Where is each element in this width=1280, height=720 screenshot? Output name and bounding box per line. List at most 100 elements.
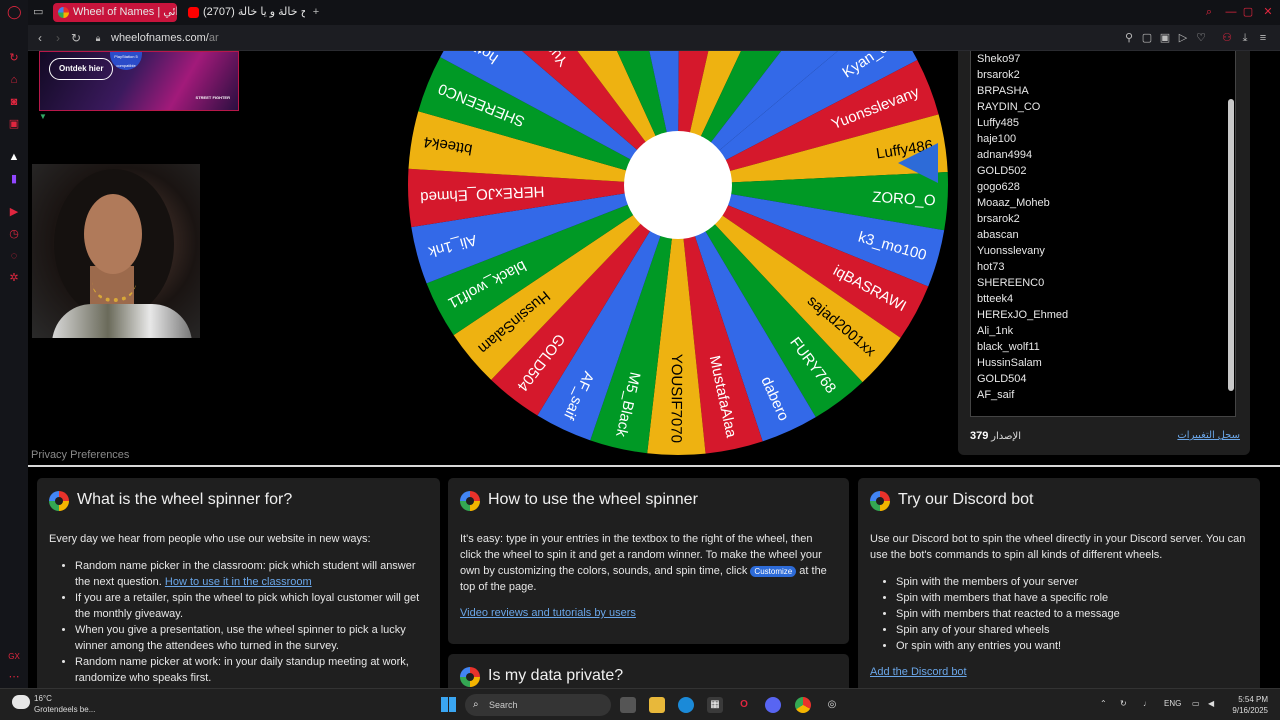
screen: ◯ ↻ ⌂ ◙ ▣ ▲ ▮ ▶ ◷ ◌ ✲ GX ⋯ ▭ Wheel of Na… xyxy=(0,0,1280,720)
workspaces-icon[interactable]: ▭ xyxy=(28,3,48,22)
snapshot-icon[interactable]: ▢ xyxy=(1140,31,1154,45)
back-icon[interactable]: ‹ xyxy=(33,31,47,45)
twitch-icon[interactable]: ▮ xyxy=(7,172,21,186)
list-item: When you give a presentation, use the wh… xyxy=(75,622,427,654)
list-item: Spin with the members of your server xyxy=(896,574,1248,590)
new-tab-button[interactable]: + xyxy=(307,3,325,22)
task-view-icon[interactable] xyxy=(620,697,636,713)
card-link-row: Video reviews and tutorials by users xyxy=(460,605,636,621)
bookmark-icon[interactable]: ⚲ xyxy=(1122,31,1136,45)
url-domain: wheelofnames.com/ xyxy=(111,32,209,44)
search-icon[interactable]: ⌕ xyxy=(1203,6,1215,18)
entry-line: brsarok2 xyxy=(977,69,1020,81)
entry-line: HERExJO_Ehmed xyxy=(977,309,1069,321)
youtube-favicon-icon xyxy=(188,7,199,18)
entry-line: Yuonsslevany xyxy=(977,245,1045,257)
entry-line: Ali_1nk xyxy=(977,325,1014,337)
privacy-preferences-link[interactable]: Privacy Preferences xyxy=(31,449,129,461)
list-item: Random name picker in the classroom: pic… xyxy=(75,558,427,590)
gx-icon[interactable]: GX xyxy=(7,650,21,664)
changelog-link[interactable]: سجل التغييرات xyxy=(1177,430,1240,441)
url-field[interactable]: wheelofnames.com/ar xyxy=(111,31,219,45)
taskbar-search[interactable]: ⌕ Search xyxy=(465,694,611,716)
spin-wheel[interactable]: Kyan_coYuonsslevanyLuffy486ZORO_Ok3_mo10… xyxy=(383,51,973,480)
weather-widget[interactable]: 16°C Grotendeels be... xyxy=(34,693,95,715)
tray-chevron-icon[interactable]: ⌃ xyxy=(1100,699,1107,708)
entries-panel: Sheko97 brsarok2 BRPASHA RAYDIN_CO Luffy485 h… xyxy=(958,51,1250,455)
heart-icon[interactable]: ♡ xyxy=(1194,31,1208,45)
add-discord-bot-link[interactable]: Add the Discord bot xyxy=(870,666,967,678)
player-icon[interactable]: ▶ xyxy=(7,205,21,219)
messenger-icon[interactable]: ◙ xyxy=(7,95,21,109)
system-clock[interactable]: 5:54 PM 9/16/2025 xyxy=(1232,694,1268,716)
volume-icon[interactable]: ◀ xyxy=(1208,699,1214,708)
wheel-favicon-icon xyxy=(58,7,69,18)
more-icon[interactable]: ⋯ xyxy=(7,670,21,684)
video-tutorials-link[interactable]: Video reviews and tutorials by users xyxy=(460,607,636,619)
weather-cloud-icon[interactable] xyxy=(12,695,30,709)
card-bullet-list: Spin with the members of your server Spi… xyxy=(896,574,1248,654)
entries-textbox[interactable]: Sheko97 brsarok2 BRPASHA RAYDIN_CO Luffy485 h… xyxy=(970,51,1236,417)
steam-icon[interactable]: ◎ xyxy=(824,697,840,713)
minimize-icon[interactable]: — xyxy=(1225,6,1237,18)
classroom-link[interactable]: How to use it in the classroom xyxy=(165,576,312,588)
entries-scrollbar[interactable] xyxy=(1228,99,1234,391)
search-icon: ⌕ xyxy=(473,699,479,710)
wheel-logo-icon xyxy=(49,491,69,511)
entry-line: GOLD502 xyxy=(977,165,1027,177)
wheel-center-hub[interactable] xyxy=(624,131,732,239)
list-item: Random name picker at work: in your dail… xyxy=(75,654,427,686)
entry-line: BRPASHA xyxy=(977,85,1029,97)
settings-gear-icon[interactable]: ✲ xyxy=(7,271,21,285)
tab-wheel-of-names[interactable]: Wheel of Names | عشوائي xyxy=(53,3,177,22)
history-icon[interactable]: ◷ xyxy=(7,227,21,241)
player-icon[interactable]: ▷ xyxy=(1176,31,1190,45)
store-icon[interactable]: ▦ xyxy=(707,697,723,713)
list-item: Or spin with any entries you want! xyxy=(896,638,1248,654)
weather-temp: 16°C xyxy=(34,694,52,703)
forward-icon[interactable]: › xyxy=(51,31,65,45)
card-intro: Every day we hear from people who use ou… xyxy=(49,533,371,545)
reload-icon[interactable]: ↻ xyxy=(69,31,83,45)
network-icon[interactable]: ▭ xyxy=(1192,699,1200,708)
drop-icon[interactable]: ▲ xyxy=(7,150,21,164)
maximize-icon[interactable]: ▢ xyxy=(1242,6,1254,18)
bag-icon[interactable]: ⌂ xyxy=(7,73,21,87)
wheel-slice-label: YOUSIF7070 xyxy=(667,354,685,443)
close-icon[interactable]: ✕ xyxy=(1262,6,1274,18)
chat-icon[interactable]: ◌ xyxy=(7,249,21,263)
tray-refresh-icon[interactable]: ↻ xyxy=(1120,699,1127,708)
card-body: It's easy: type in your entries in the t… xyxy=(460,533,827,593)
opera-gx-icon[interactable]: O xyxy=(736,697,752,713)
aria-icon[interactable]: ↻ xyxy=(7,51,21,65)
card-how-to: How to use the wheel spinner It's easy: … xyxy=(448,478,849,644)
microphone-icon[interactable]: ♩ xyxy=(1143,699,1151,708)
instagram-icon[interactable]: ▣ xyxy=(7,117,21,131)
version-label: الإصدار xyxy=(991,431,1021,442)
chrome-icon[interactable] xyxy=(795,697,811,713)
entry-line: Sheko97 xyxy=(977,53,1021,65)
opera-logo-icon[interactable]: ◯ xyxy=(7,5,22,19)
tab-strip: ▭ Wheel of Names | عشوائي (2707) ردح خال… xyxy=(28,0,1280,25)
card-link-row: Add the Discord bot xyxy=(870,664,967,680)
entry-line: GOLD504 xyxy=(977,373,1027,385)
language-indicator[interactable]: ENG xyxy=(1164,699,1181,708)
vpn-icon[interactable]: ▣ xyxy=(1158,31,1172,45)
windows-start-icon[interactable] xyxy=(441,697,456,712)
card-title: How to use the wheel spinner xyxy=(488,491,698,508)
weather-desc: Grotendeels be... xyxy=(34,705,96,714)
discord-icon[interactable] xyxy=(765,697,781,713)
edge-icon[interactable] xyxy=(678,697,694,713)
profile-icon[interactable]: ⚇ xyxy=(1220,31,1234,45)
wheel-logo-icon xyxy=(460,491,480,511)
download-icon[interactable]: ⤓ xyxy=(1238,31,1252,45)
entry-line: btteek4 xyxy=(977,293,1014,305)
entry-line: hot73 xyxy=(977,261,1005,273)
list-item: Spin with members that reacted to a mess… xyxy=(896,606,1248,622)
list-item: Spin any of your shared wheels xyxy=(896,622,1248,638)
tab-youtube[interactable]: (2707) ردح خالة و يا خالة - xyxy=(183,3,305,22)
tab-label: (2707) ردح خالة و يا خالة - xyxy=(203,6,305,18)
file-explorer-icon[interactable] xyxy=(649,697,665,713)
entry-line: Moaaz_Moheb xyxy=(977,197,1050,209)
menu-icon[interactable]: ≡ xyxy=(1256,31,1270,45)
